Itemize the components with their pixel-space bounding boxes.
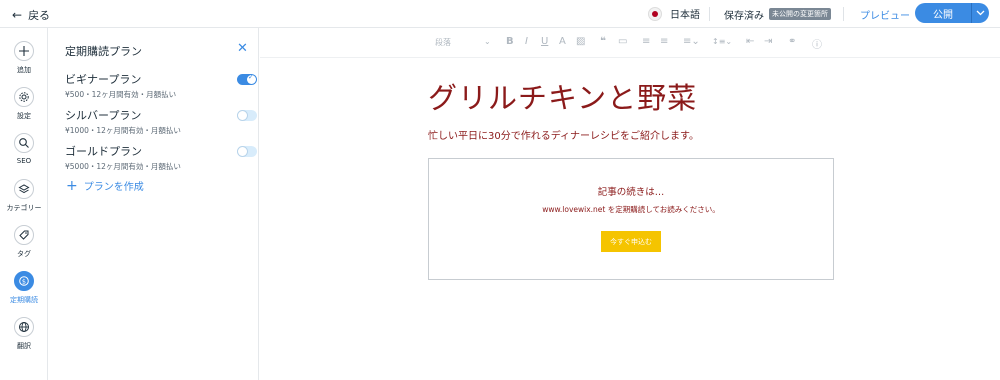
panel-title: 定期購読プラン <box>65 45 142 58</box>
rail-item-categories[interactable]: カテゴリー <box>0 179 48 213</box>
svg-text:$: $ <box>22 277 26 285</box>
paywall-title: 記事の続きは… <box>597 187 665 198</box>
paragraph-style-select[interactable]: 段落 <box>435 37 451 48</box>
chevron-down-icon: ⌄ <box>484 37 491 46</box>
rail-label: 定期購読 <box>10 296 38 304</box>
divider <box>709 7 710 21</box>
unpublished-badge: 未公開の変更箇所 <box>769 8 831 20</box>
toggle-knob <box>247 73 256 84</box>
gear-icon <box>14 87 34 107</box>
post-editor: 段落 ⌄ B I U A ▨ ❝ ▭ ≡ ≡ ≡⌄ ↕≡⌄ ⇤ ⇥ ⚭ ⓘ グリ… <box>260 28 1000 380</box>
subscribe-now-button[interactable]: 今すぐ申込む <box>601 231 661 252</box>
rail-label: タグ <box>17 250 31 258</box>
italic-icon[interactable]: I <box>525 36 528 47</box>
top-bar: ← 戻る 日本語 保存済み 未公開の変更箇所 プレビュー 公開 <box>0 0 1000 28</box>
bold-icon[interactable]: B <box>506 36 514 47</box>
category-icon <box>14 179 34 199</box>
decrease-indent-icon[interactable]: ⇤ <box>746 36 754 47</box>
plus-icon: + <box>66 177 78 194</box>
plan-name: シルバープラン <box>65 109 142 122</box>
language-selector[interactable]: 日本語 <box>648 6 700 21</box>
rail-item-settings[interactable]: 設定 <box>0 87 48 121</box>
publish-button[interactable]: 公開 <box>915 3 989 23</box>
publish-label: 公開 <box>933 9 953 21</box>
subscription-plans-panel: 定期購読プラン ✕ ビギナープラン ¥500・12ヶ月間有効・月額払い シルバー… <box>49 28 259 380</box>
quote-icon[interactable]: ❝ <box>600 36 606 47</box>
bulleted-list-icon[interactable]: ≡ <box>660 36 668 47</box>
preview-button[interactable]: プレビュー <box>860 7 910 22</box>
plan-name: ゴールドプラン <box>65 145 142 158</box>
post-subtitle[interactable]: 忙しい平日に30分で作れるディナーレシピをご紹介します。 <box>428 127 699 142</box>
toggle-knob <box>238 147 247 156</box>
rail-item-subscriptions[interactable]: $ 定期購読 <box>0 271 48 305</box>
rail-item-seo[interactable]: SEO <box>0 133 48 165</box>
japan-flag-icon <box>648 6 662 21</box>
chevron-down-icon <box>976 10 985 16</box>
rail-label: SEO <box>16 157 32 165</box>
plan-description: ¥500・12ヶ月間有効・月額払い <box>65 90 177 99</box>
globe-icon <box>14 317 34 337</box>
plus-icon <box>14 41 34 61</box>
dollar-icon: $ <box>14 271 34 291</box>
rail-label: カテゴリー <box>6 204 42 212</box>
post-title[interactable]: グリルチキンと野菜 <box>428 75 697 117</box>
back-label: 戻る <box>28 9 51 22</box>
plan-item[interactable]: ビギナープラン ¥500・12ヶ月間有効・月額払い <box>65 71 257 100</box>
plan-toggle[interactable] <box>237 146 257 157</box>
rail-item-tags[interactable]: タグ <box>0 225 48 259</box>
line-spacing-icon[interactable]: ↕≡⌄ <box>712 37 732 46</box>
paywall-text: www.lovewix.net を定期購読してお読みください。 <box>542 205 720 214</box>
plan-toggle[interactable] <box>237 73 257 85</box>
left-icon-rail: 追加 設定 SEO カテゴリー タグ $ 定期購読 翻訳 <box>0 28 48 380</box>
align-icon[interactable]: ≡⌄ <box>683 36 700 47</box>
link-icon[interactable]: ⚭ <box>788 36 796 47</box>
divider <box>843 7 844 21</box>
tag-icon <box>14 225 34 245</box>
rail-label: 翻訳 <box>17 342 31 350</box>
formatting-toolbar: 段落 ⌄ B I U A ▨ ❝ ▭ ≡ ≡ ≡⌄ ↕≡⌄ ⇤ ⇥ ⚭ ⓘ <box>260 28 1000 58</box>
rail-item-translate[interactable]: 翻訳 <box>0 317 48 351</box>
increase-indent-icon[interactable]: ⇥ <box>764 36 772 47</box>
create-plan-label: プランを作成 <box>83 182 144 193</box>
info-icon[interactable]: ⓘ <box>812 36 822 51</box>
plan-item[interactable]: ゴールドプラン ¥5000・12ヶ月間有効・月額払い <box>65 143 257 172</box>
underline-icon[interactable]: U <box>541 36 548 47</box>
rail-label: 追加 <box>17 66 31 74</box>
publish-dropdown-button[interactable] <box>971 3 989 23</box>
plan-item[interactable]: シルバープラン ¥1000・12ヶ月間有効・月額払い <box>65 107 257 136</box>
toggle-knob <box>238 111 247 120</box>
create-plan-button[interactable]: + プランを作成 <box>66 177 144 194</box>
language-label: 日本語 <box>670 10 700 21</box>
plan-description: ¥5000・12ヶ月間有効・月額払い <box>65 162 181 171</box>
highlight-icon[interactable]: ▨ <box>576 36 585 47</box>
paywall-box: 記事の続きは… www.lovewix.net を定期購読してお読みください。 … <box>428 158 834 280</box>
back-button[interactable]: ← 戻る <box>12 7 50 23</box>
close-icon[interactable]: ✕ <box>237 41 248 56</box>
save-status: 保存済み <box>724 11 764 22</box>
text-color-icon[interactable]: A <box>559 36 566 47</box>
plan-toggle[interactable] <box>237 110 257 121</box>
arrow-left-icon: ← <box>12 8 23 22</box>
rail-label: 設定 <box>17 112 31 120</box>
code-block-icon[interactable]: ▭ <box>618 36 627 47</box>
search-icon <box>14 133 34 153</box>
plan-description: ¥1000・12ヶ月間有効・月額払い <box>65 126 181 135</box>
plan-name: ビギナープラン <box>65 73 142 86</box>
rail-item-add[interactable]: 追加 <box>0 41 48 75</box>
numbered-list-icon[interactable]: ≡ <box>642 36 650 47</box>
